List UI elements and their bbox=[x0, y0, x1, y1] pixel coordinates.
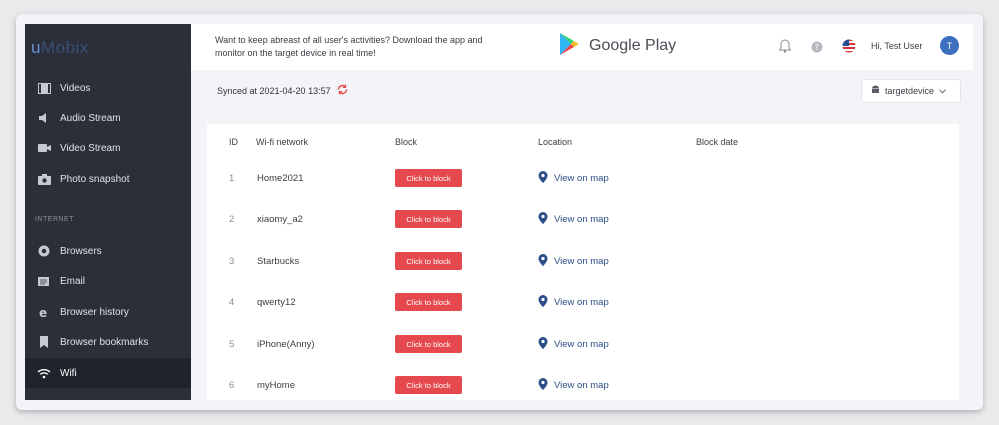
google-play-button[interactable]: Google Play bbox=[559, 30, 683, 62]
chrome-icon bbox=[37, 244, 51, 258]
camera-icon bbox=[37, 141, 51, 155]
sidebar-item-label: Video Stream bbox=[60, 142, 121, 154]
device-name: targetdevice bbox=[885, 86, 935, 96]
map-pin-icon bbox=[538, 253, 548, 269]
sidebar-item-videos[interactable]: Videos bbox=[25, 73, 191, 103]
wifi-table: ID Wi-fi network Block Location Block da… bbox=[207, 124, 959, 400]
click-to-block-button[interactable]: Click to block bbox=[395, 376, 462, 394]
sidebar-item-email[interactable]: Email bbox=[25, 266, 191, 296]
sidebar-item-photo-snapshot[interactable]: Photo snapshot bbox=[25, 164, 191, 194]
film-icon bbox=[37, 81, 51, 95]
sidebar-item-browser-history[interactable]: e Browser history bbox=[25, 297, 191, 327]
click-to-block-button[interactable]: Click to block bbox=[395, 169, 462, 187]
device-selector[interactable]: targetdevice bbox=[861, 79, 961, 103]
view-on-map-label: View on map bbox=[554, 379, 609, 391]
row-network: myHome bbox=[257, 380, 296, 391]
sync-status: Synced at 2021-04-20 13:57 bbox=[217, 84, 348, 97]
row-id: 5 bbox=[229, 339, 235, 350]
view-on-map-link[interactable]: View on map bbox=[538, 335, 609, 353]
sidebar-item-label: Videos bbox=[60, 82, 91, 94]
view-on-map-label: View on map bbox=[554, 172, 609, 184]
sidebar-item-label: Photo snapshot bbox=[60, 173, 130, 185]
top-header: Want to keep abreast of all user's activ… bbox=[191, 24, 973, 70]
sidebar-item-label: Browsers bbox=[60, 245, 102, 257]
table-row: 1 Home2021 Click to block View on map bbox=[207, 159, 959, 200]
sidebar-item-label: Browser bookmarks bbox=[60, 336, 149, 348]
map-pin-icon bbox=[538, 170, 548, 186]
header-block: Block bbox=[395, 137, 418, 147]
header-id: ID bbox=[229, 137, 238, 147]
row-id: 4 bbox=[229, 297, 235, 308]
avatar[interactable]: T bbox=[940, 36, 959, 55]
svg-text:e: e bbox=[39, 306, 47, 318]
view-on-map-label: View on map bbox=[554, 213, 609, 225]
row-network: Starbucks bbox=[257, 256, 300, 267]
view-on-map-label: View on map bbox=[554, 338, 609, 350]
sidebar-item-label: Browser history bbox=[60, 306, 129, 318]
sidebar-item-wifi[interactable]: Wifi bbox=[25, 358, 191, 388]
sidebar-item-label: Audio Stream bbox=[60, 112, 121, 124]
google-play-label: Google Play bbox=[589, 37, 677, 54]
header-location: Location bbox=[538, 137, 573, 147]
view-on-map-link[interactable]: View on map bbox=[538, 210, 609, 228]
table-row: 2 xiaomy_a2 Click to block View on map bbox=[207, 200, 959, 241]
table-row: 5 iPhone(Anny) Click to block View on ma… bbox=[207, 325, 959, 366]
row-network: xiaomy_a2 bbox=[257, 214, 303, 225]
header-network: Wi-fi network bbox=[256, 137, 309, 147]
map-pin-icon bbox=[538, 294, 548, 310]
table-row: 6 myHome Click to block View on map bbox=[207, 366, 959, 400]
click-to-block-button[interactable]: Click to block bbox=[395, 335, 462, 353]
map-pin-icon bbox=[538, 377, 548, 393]
android-icon bbox=[871, 85, 880, 97]
click-to-block-button[interactable]: Click to block bbox=[395, 252, 462, 270]
logo: uMobix bbox=[31, 38, 89, 57]
view-on-map-label: View on map bbox=[554, 255, 609, 267]
email-icon bbox=[37, 274, 51, 288]
promo-text: Want to keep abreast of all user's activ… bbox=[215, 35, 483, 58]
refresh-icon[interactable] bbox=[337, 84, 348, 97]
table-row: 4 qwerty12 Click to block View on map bbox=[207, 283, 959, 324]
map-pin-icon bbox=[538, 336, 548, 352]
app: uMobix Videos Audio Stream Video Stream … bbox=[25, 24, 973, 400]
map-pin-icon bbox=[538, 211, 548, 227]
header-block-date: Block date bbox=[696, 137, 739, 147]
help-icon[interactable]: ? bbox=[811, 40, 823, 58]
view-on-map-link[interactable]: View on map bbox=[538, 293, 609, 311]
row-id: 3 bbox=[229, 256, 235, 267]
ie-icon: e bbox=[37, 305, 51, 319]
sidebar: uMobix Videos Audio Stream Video Stream … bbox=[25, 24, 191, 400]
wifi-icon bbox=[37, 366, 51, 380]
window-frame: uMobix Videos Audio Stream Video Stream … bbox=[16, 14, 983, 410]
svg-text:?: ? bbox=[815, 43, 819, 52]
row-network: qwerty12 bbox=[257, 297, 296, 308]
view-on-map-link[interactable]: View on map bbox=[538, 169, 609, 187]
click-to-block-button[interactable]: Click to block bbox=[395, 210, 462, 228]
row-network: Home2021 bbox=[257, 173, 304, 184]
row-id: 2 bbox=[229, 214, 235, 225]
speaker-icon bbox=[37, 111, 51, 125]
view-on-map-link[interactable]: View on map bbox=[538, 376, 609, 394]
view-on-map-label: View on map bbox=[554, 296, 609, 308]
google-play-icon bbox=[559, 32, 581, 61]
bell-icon[interactable] bbox=[778, 39, 792, 58]
sidebar-item-browser-bookmarks[interactable]: Browser bookmarks bbox=[25, 327, 191, 357]
sidebar-item-audio-stream[interactable]: Audio Stream bbox=[25, 103, 191, 133]
sidebar-item-label: Email bbox=[60, 275, 86, 287]
view-on-map-link[interactable]: View on map bbox=[538, 252, 609, 270]
photo-camera-icon bbox=[37, 172, 51, 186]
row-network: iPhone(Anny) bbox=[257, 339, 315, 350]
sidebar-item-label: Wifi bbox=[60, 367, 77, 379]
sync-text: Synced at 2021-04-20 13:57 bbox=[217, 85, 331, 96]
row-id: 1 bbox=[229, 173, 235, 184]
chevron-down-icon bbox=[939, 86, 946, 96]
us-flag-icon[interactable] bbox=[842, 39, 856, 58]
table-row: 3 Starbucks Click to block View on map bbox=[207, 242, 959, 283]
sidebar-item-browsers[interactable]: Browsers bbox=[25, 236, 191, 266]
bookmark-icon bbox=[37, 335, 51, 349]
sidebar-item-video-stream[interactable]: Video Stream bbox=[25, 133, 191, 163]
click-to-block-button[interactable]: Click to block bbox=[395, 293, 462, 311]
row-id: 6 bbox=[229, 380, 235, 391]
user-greeting[interactable]: Hi, Test User bbox=[871, 41, 922, 51]
section-label-internet: INTERNET bbox=[35, 216, 74, 223]
